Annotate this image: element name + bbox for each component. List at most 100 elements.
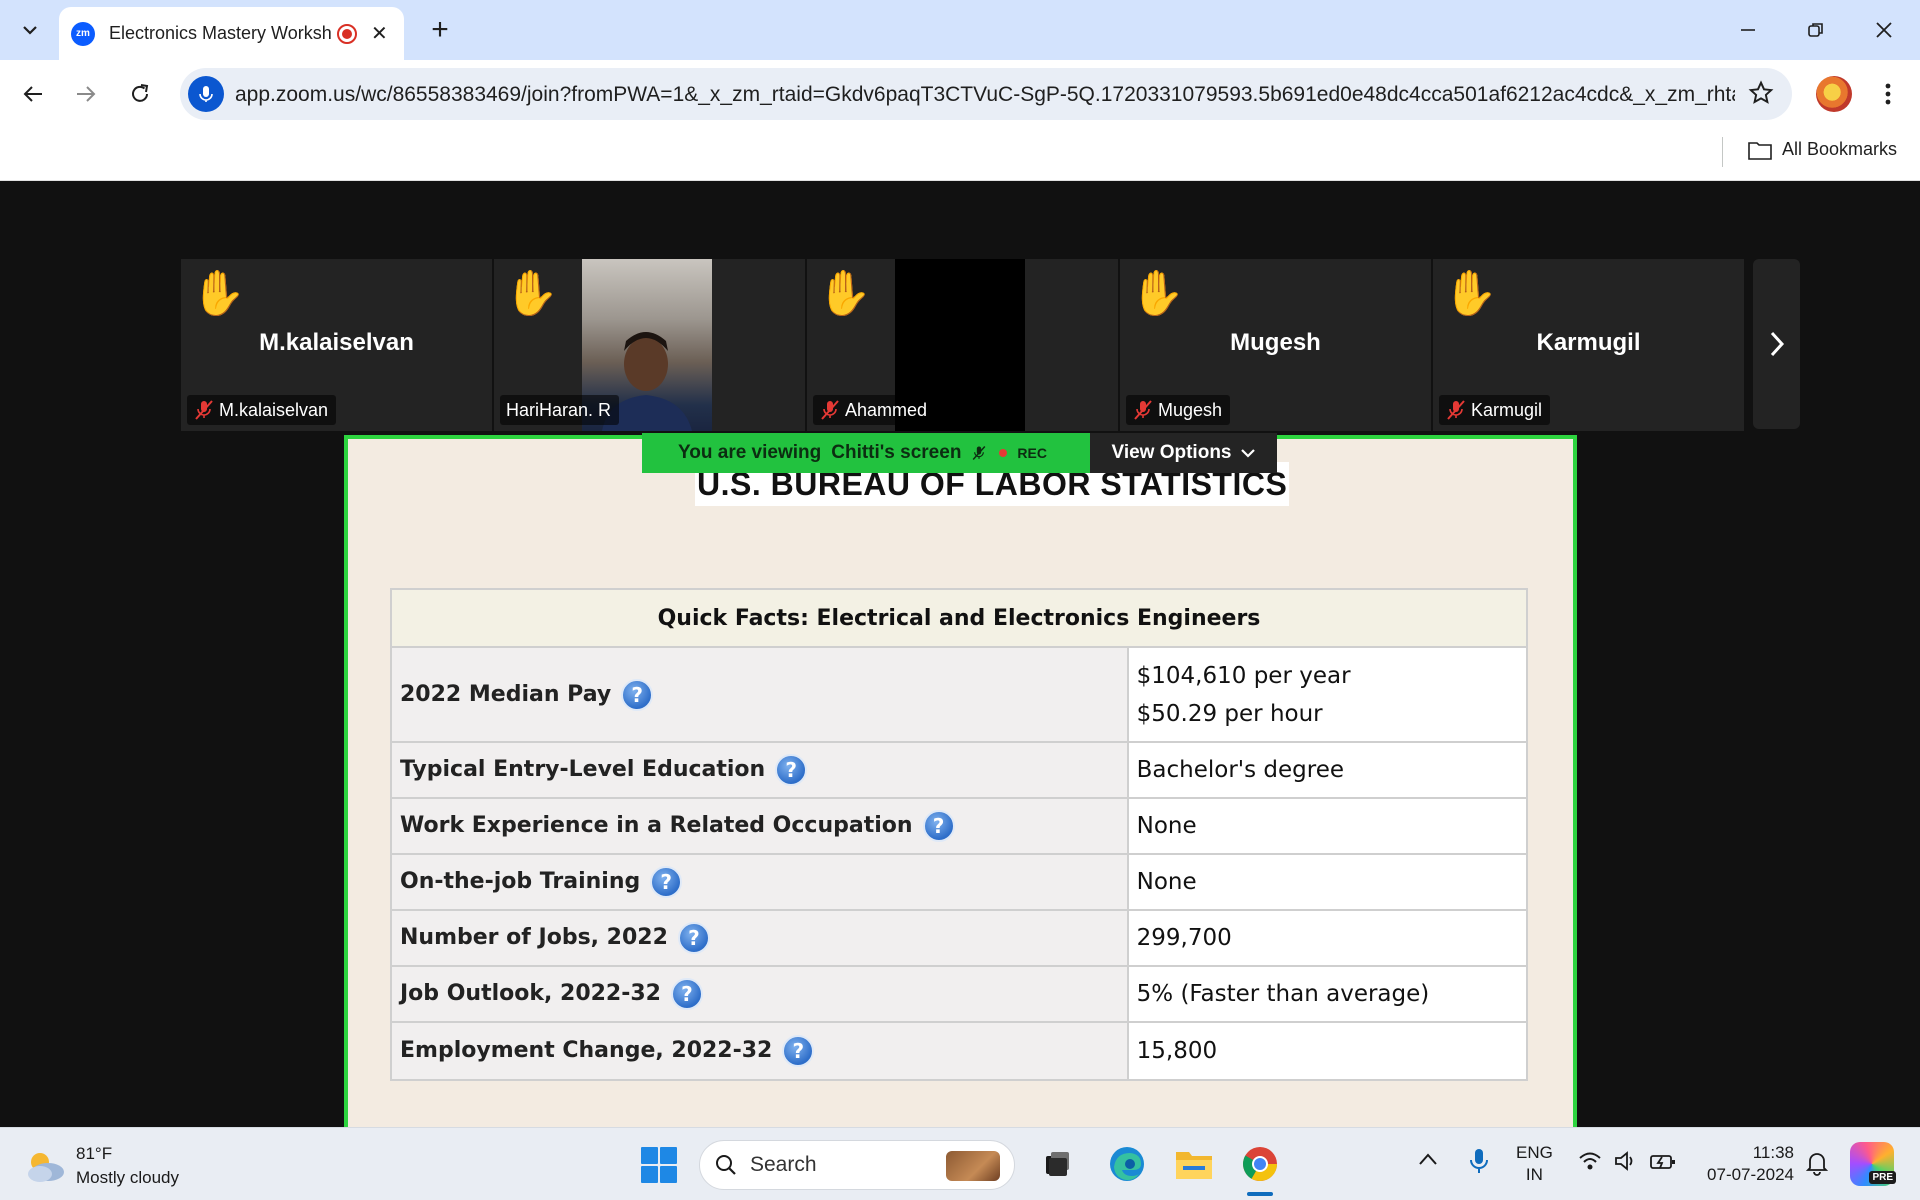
- windows-taskbar: 81°F Mostly cloudy Search ENG IN 11:38 0…: [0, 1127, 1920, 1200]
- microphone-in-use-indicator[interactable]: [1470, 1148, 1488, 1179]
- raised-hand-icon: ✋: [1130, 269, 1185, 318]
- restore-button[interactable]: [1796, 10, 1836, 50]
- help-icon[interactable]: ?: [621, 678, 654, 711]
- bookmarks-bar: All Bookmarks: [0, 127, 1920, 181]
- show-hidden-icons-button[interactable]: [1418, 1152, 1438, 1171]
- language-code: ENG: [1516, 1143, 1553, 1162]
- next-participants-button[interactable]: [1753, 259, 1800, 429]
- table-row: On-the-job Training? None: [390, 853, 1529, 911]
- restore-icon: [1808, 23, 1823, 37]
- bookmark-star-button[interactable]: [1748, 80, 1774, 111]
- participant-tag-label: Mugesh: [1158, 399, 1223, 420]
- participant-tile-kalaiselvan[interactable]: ✋ M.kalaiselvan M.kalaiselvan: [181, 259, 492, 431]
- table-row: Typical Entry-Level Education? Bachelor'…: [390, 741, 1529, 799]
- weather-temperature: 81°F: [76, 1144, 113, 1163]
- help-icon[interactable]: ?: [670, 978, 703, 1010]
- help-icon[interactable]: ?: [677, 922, 710, 954]
- wifi-icon: [1579, 1152, 1601, 1170]
- search-icon: [716, 1155, 736, 1175]
- row-label-cell: Number of Jobs, 2022?: [390, 909, 1129, 967]
- arrow-right-icon: [77, 86, 96, 102]
- row-label: Number of Jobs, 2022: [400, 925, 668, 950]
- minimize-button[interactable]: [1728, 10, 1768, 50]
- chrome-app[interactable]: [1238, 1142, 1282, 1186]
- row-value: Bachelor's degree: [1126, 741, 1529, 799]
- edge-app[interactable]: [1105, 1142, 1149, 1186]
- participant-display-name: M.kalaiselvan: [259, 329, 414, 356]
- clock-time: 11:38: [1752, 1143, 1794, 1162]
- reload-button[interactable]: [122, 76, 158, 112]
- participant-tile-mugesh[interactable]: ✋ Mugesh Mugesh: [1120, 259, 1431, 431]
- raised-hand-icon: ✋: [504, 269, 559, 318]
- microphone-icon: [1470, 1149, 1488, 1173]
- new-tab-button[interactable]: +: [422, 12, 458, 48]
- recording-dot-icon: [999, 449, 1008, 457]
- windows-logo-pane: [660, 1147, 677, 1164]
- participant-name-tag: Mugesh: [1126, 395, 1231, 425]
- zoom-favicon-icon: zm: [71, 21, 95, 46]
- tab-search-button[interactable]: [10, 12, 50, 48]
- browser-menu-button[interactable]: [1870, 76, 1906, 112]
- row-value: 299,700: [1126, 909, 1529, 967]
- voice-search-button[interactable]: [188, 76, 224, 112]
- more-vertical-icon: [1885, 83, 1891, 105]
- copilot-button[interactable]: PRE: [1850, 1142, 1896, 1186]
- start-button[interactable]: [641, 1147, 677, 1183]
- chrome-browser-icon: [1243, 1147, 1277, 1181]
- row-value-cell: $104,610 per year $50.29 per hour: [1126, 646, 1529, 743]
- help-icon[interactable]: ?: [650, 866, 683, 898]
- task-view-button[interactable]: [1036, 1142, 1080, 1186]
- input-language-indicator[interactable]: ENG IN: [1516, 1142, 1553, 1186]
- view-options-button[interactable]: View Options: [1090, 433, 1277, 473]
- row-value: None: [1126, 797, 1529, 855]
- row-label: 2022 Median Pay: [400, 681, 612, 707]
- mic-muted-icon: [821, 400, 839, 420]
- help-icon[interactable]: ?: [775, 754, 808, 786]
- participant-tile-ahammed[interactable]: ✋ Ahammed: [807, 259, 1118, 431]
- help-icon[interactable]: ?: [922, 810, 955, 842]
- row-value-secondary: $50.29 per hour: [1136, 700, 1323, 727]
- row-label-cell: Employment Change, 2022-32?: [390, 1021, 1129, 1081]
- weather-widget[interactable]: 81°F Mostly cloudy: [24, 1142, 179, 1190]
- address-bar[interactable]: app.zoom.us/wc/86558383469/join?fromPWA=…: [180, 68, 1792, 120]
- file-explorer-app[interactable]: [1172, 1142, 1216, 1186]
- table-header-row: Quick Facts: Electrical and Electronics …: [390, 588, 1528, 648]
- search-highlight-image: [946, 1151, 1000, 1181]
- recording-indicator-icon: [337, 23, 357, 44]
- chevron-down-icon: [23, 26, 37, 35]
- raised-hand-icon: ✋: [817, 269, 872, 318]
- table-row: Employment Change, 2022-32? 15,800: [390, 1021, 1529, 1081]
- row-value: $104,610 per year: [1136, 662, 1351, 689]
- participant-tile-karmugil[interactable]: ✋ Karmugil Karmugil: [1433, 259, 1744, 431]
- all-bookmarks-button[interactable]: All Bookmarks: [1748, 139, 1897, 160]
- system-tray-icons[interactable]: [1578, 1150, 1676, 1172]
- notifications-button[interactable]: [1805, 1150, 1829, 1181]
- profile-avatar[interactable]: [1816, 76, 1852, 112]
- edge-browser-icon: [1110, 1147, 1144, 1181]
- windows-logo-pane: [641, 1166, 658, 1183]
- row-label: Typical Entry-Level Education: [400, 757, 766, 782]
- row-label-cell: On-the-job Training?: [390, 853, 1129, 911]
- bell-icon: [1805, 1153, 1829, 1176]
- forward-button[interactable]: [68, 76, 104, 112]
- url-text: app.zoom.us/wc/86558383469/join?fromPWA=…: [235, 83, 1735, 106]
- close-window-button[interactable]: [1864, 10, 1904, 50]
- taskbar-search[interactable]: Search: [699, 1140, 1015, 1190]
- system-clock[interactable]: 11:38 07-07-2024: [1698, 1142, 1794, 1186]
- tab-close-button[interactable]: ✕: [371, 21, 388, 46]
- minimize-icon: [1741, 29, 1755, 31]
- participant-tag-label: HariHaran. R: [506, 399, 612, 420]
- row-value: None: [1126, 853, 1529, 911]
- back-button[interactable]: [15, 76, 51, 112]
- task-view-icon: [1046, 1152, 1069, 1176]
- row-value: 5% (Faster than average): [1126, 965, 1529, 1023]
- tab-title: Electronics Mastery Worksh: [109, 23, 331, 43]
- participant-tile-hariharan[interactable]: ✋ HariHaran. R: [494, 259, 805, 431]
- table-row: 2022 Median Pay? $104,610 per year $50.29…: [390, 646, 1529, 743]
- help-icon[interactable]: ?: [782, 1035, 815, 1067]
- participant-tag-label: Ahammed: [845, 399, 928, 420]
- row-label: Employment Change, 2022-32: [400, 1038, 773, 1063]
- quick-facts-table: Quick Facts: Electrical and Electronics …: [390, 588, 1529, 1081]
- browser-tab-active[interactable]: zm Electronics Mastery Worksh ✕: [59, 7, 404, 60]
- participant-display-name: Karmugil: [1536, 329, 1641, 356]
